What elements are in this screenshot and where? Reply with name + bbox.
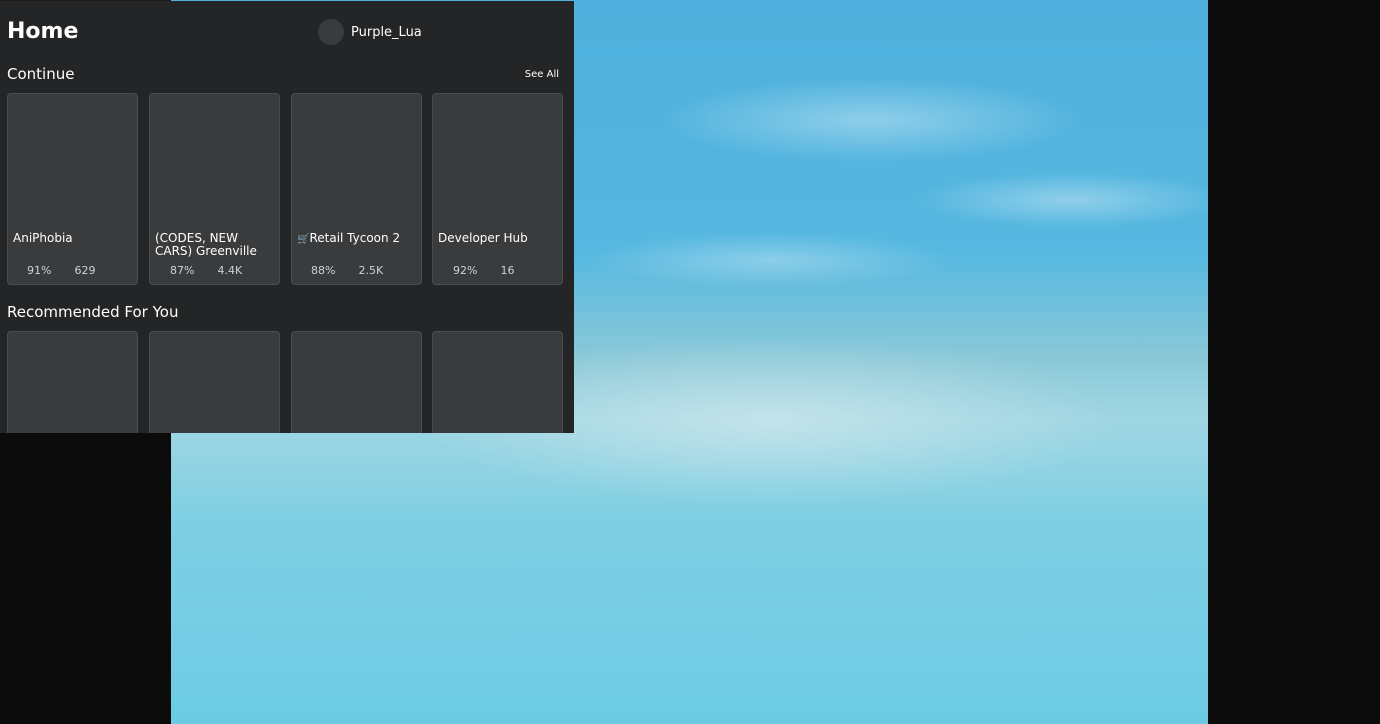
recommended-card[interactable] xyxy=(7,331,138,433)
game-name: (CODES, NEW CARS) Greenville xyxy=(155,231,257,258)
game-card-aniphobia[interactable]: AniPhobia 91% 629 xyxy=(7,93,138,285)
cart-icon: 🛒 xyxy=(297,234,310,245)
username: Purple_Lua xyxy=(351,24,422,40)
recommended-section-title: Recommended For You xyxy=(7,303,179,321)
game-card-developer-hub[interactable]: Developer Hub 92% 16 xyxy=(432,93,563,285)
game-stats: 88% 2.5K xyxy=(311,264,383,277)
game-card-greenville[interactable]: (CODES, NEW CARS) Greenville 87% 4.4K xyxy=(149,93,280,285)
player-count: 629 xyxy=(74,264,96,277)
game-stats: 87% 4.4K xyxy=(170,264,242,277)
recommended-card[interactable] xyxy=(432,331,563,433)
avatar[interactable] xyxy=(318,19,344,45)
see-all-button[interactable]: See All xyxy=(525,69,559,80)
game-name-row: 🛒Retail Tycoon 2 xyxy=(297,232,421,246)
recommended-card[interactable] xyxy=(149,331,280,433)
player-count: 4.4K xyxy=(217,264,243,277)
game-name: Developer Hub xyxy=(438,231,528,245)
rating-value: 91% xyxy=(27,264,52,277)
continue-section-title: Continue xyxy=(7,65,75,83)
rating-value: 87% xyxy=(170,264,195,277)
player-count: 16 xyxy=(500,264,515,277)
user-profile[interactable]: Purple_Lua xyxy=(318,19,422,45)
home-panel: Home Purple_Lua Continue See All AniPhob… xyxy=(0,1,574,433)
game-stats: 92% 16 xyxy=(453,264,514,277)
game-card-retail-tycoon[interactable]: 🛒Retail Tycoon 2 88% 2.5K xyxy=(291,93,422,285)
game-name: AniPhobia xyxy=(13,231,73,245)
rating-value: 88% xyxy=(311,264,336,277)
player-count: 2.5K xyxy=(358,264,384,277)
game-stats: 91% 629 xyxy=(27,264,95,277)
recommended-card[interactable] xyxy=(291,331,422,433)
right-letterbox xyxy=(1208,0,1380,724)
page-title: Home xyxy=(7,19,79,44)
rating-value: 92% xyxy=(453,264,478,277)
game-name: Retail Tycoon 2 xyxy=(309,231,401,245)
